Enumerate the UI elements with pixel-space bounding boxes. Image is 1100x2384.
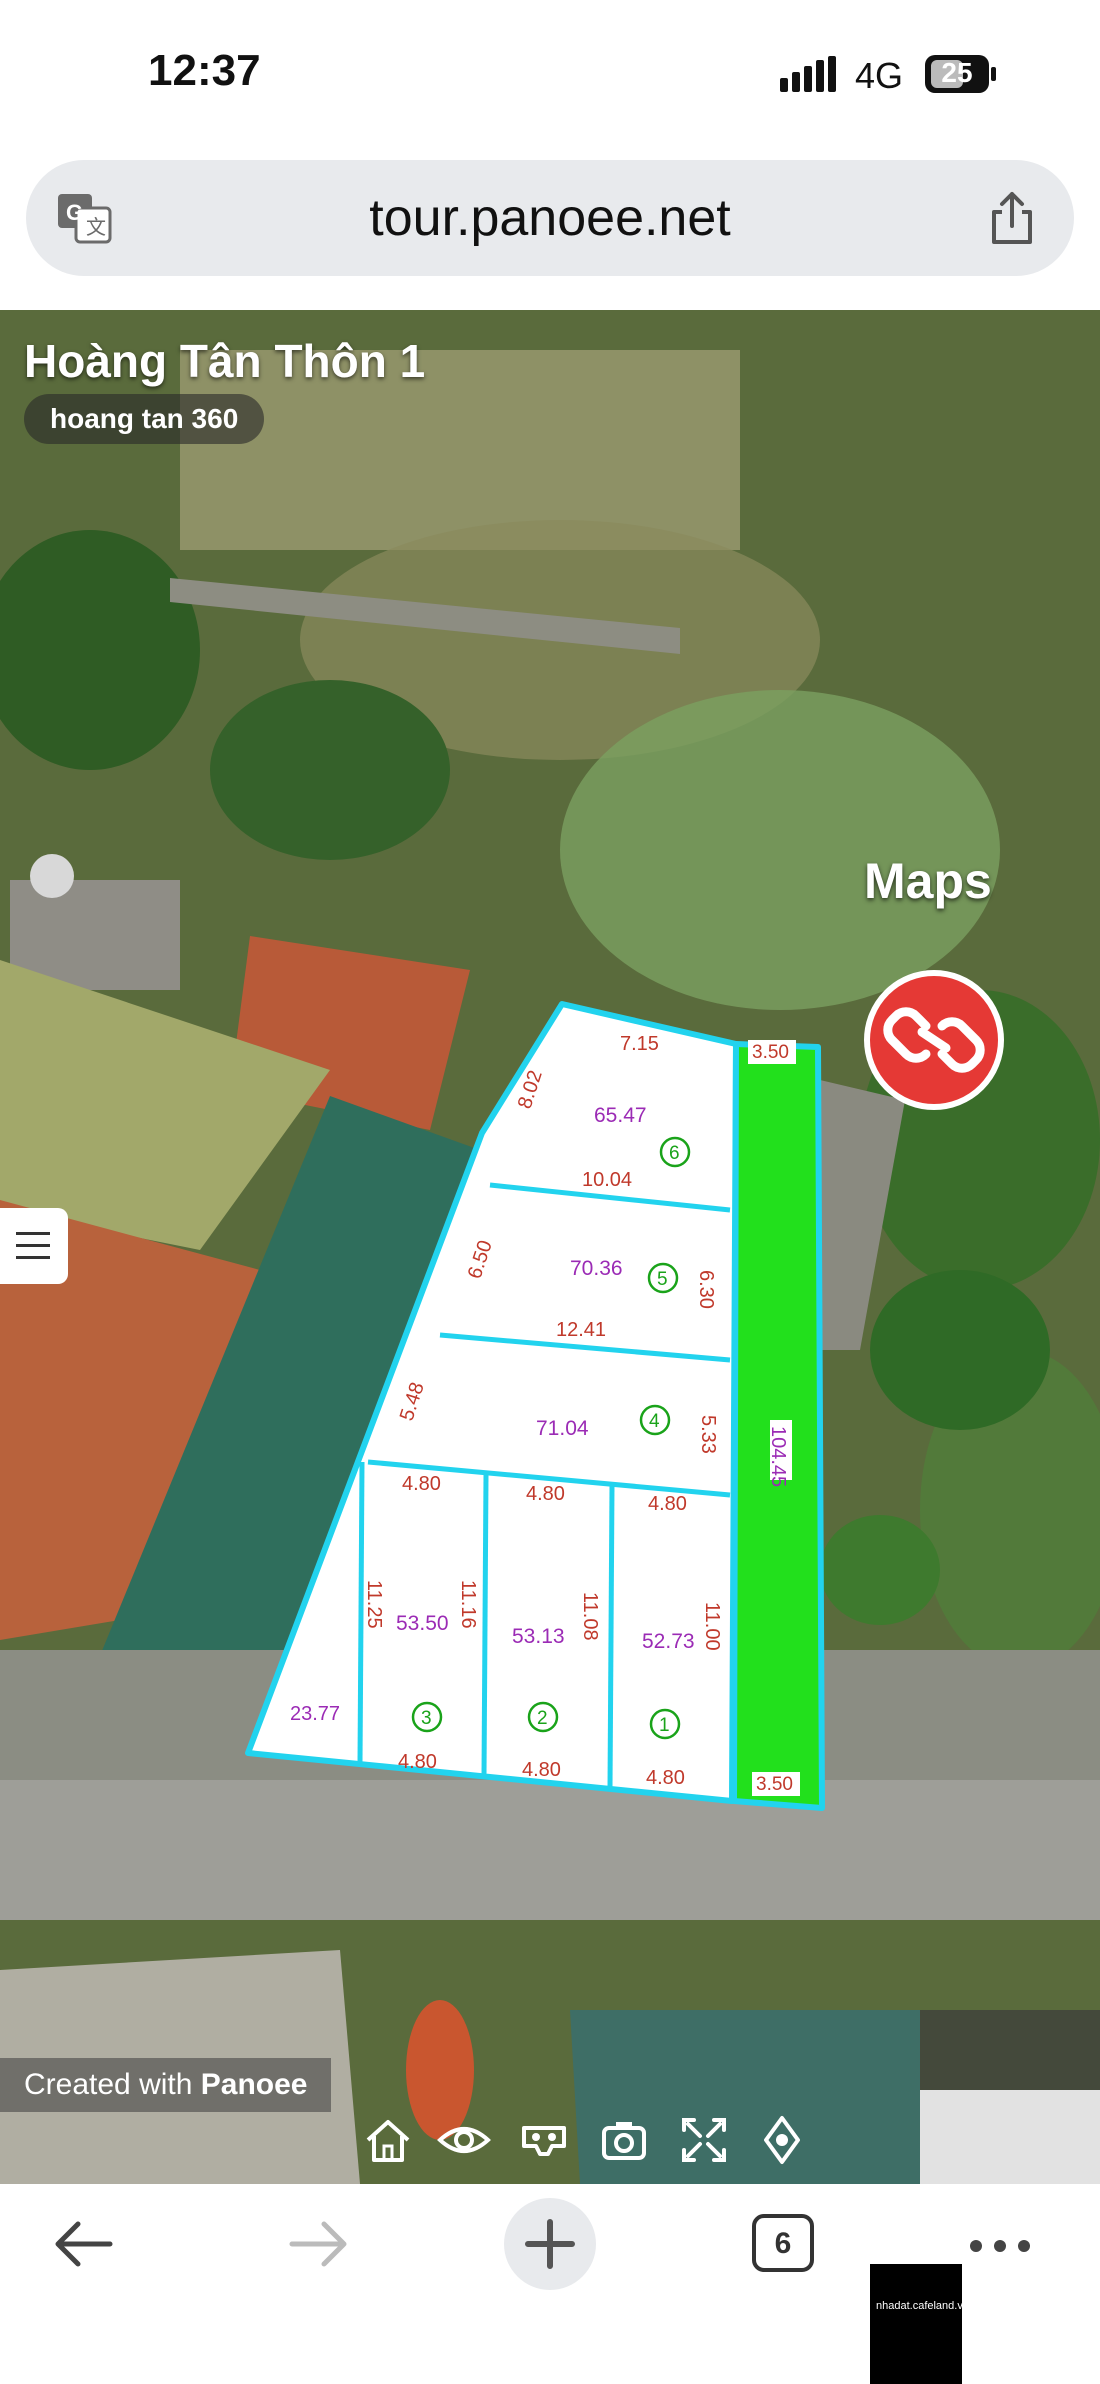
road-length: 104.45 xyxy=(767,1426,789,1487)
lot-5-area: 70.36 xyxy=(570,1257,623,1280)
battery-level: 25 xyxy=(941,57,973,88)
browser-bottom-bar: 6 nhadat.cafeland.vn xyxy=(0,2184,1100,2384)
lot-4-number: 4 xyxy=(649,1411,660,1432)
network-type: 4G xyxy=(855,55,904,96)
tabs-button[interactable]: 6 xyxy=(752,2214,814,2272)
eye-icon[interactable] xyxy=(436,2110,492,2170)
lot-5-number: 5 xyxy=(657,1269,668,1290)
lot-3-right: 11.16 xyxy=(457,1580,479,1629)
status-bar: 12:37 4G 25 xyxy=(0,0,1100,150)
lot-2-number: 2 xyxy=(537,1708,548,1729)
lot-3-number: 3 xyxy=(421,1708,432,1729)
maps-link-button[interactable] xyxy=(864,970,1004,1110)
lot-5-left: 6.50 xyxy=(464,1238,497,1282)
lot-2-top: 4.80 xyxy=(526,1483,565,1505)
url-bar[interactable]: G 文 tour.panoee.net xyxy=(26,160,1074,276)
road-width-top: 3.50 xyxy=(752,1042,789,1063)
lot-3-bottom: 4.80 xyxy=(398,1751,437,1773)
lot-5-right: 6.30 xyxy=(695,1270,717,1309)
home-icon[interactable] xyxy=(360,2110,416,2170)
fullscreen-icon[interactable] xyxy=(676,2110,732,2170)
status-time: 12:37 xyxy=(148,46,261,95)
lot-1-bottom: 4.80 xyxy=(646,1767,685,1789)
road-width-bottom: 3.50 xyxy=(756,1774,793,1795)
lot-6-number: 6 xyxy=(669,1143,680,1164)
viewer-toolbar xyxy=(350,2110,810,2174)
lot-6-left: 8.02 xyxy=(514,1068,547,1112)
scene-name-badge[interactable]: hoang tan 360 xyxy=(24,394,265,444)
lot-6-top: 7.15 xyxy=(620,1033,659,1055)
lot-3-left-side: 11.25 xyxy=(363,1580,385,1629)
side-menu-button[interactable] xyxy=(0,1208,68,1284)
new-tab-button[interactable] xyxy=(504,2198,596,2290)
forward-arrow-icon[interactable] xyxy=(282,2214,354,2274)
lot-6-area: 65.47 xyxy=(594,1104,647,1127)
camera-icon[interactable] xyxy=(596,2110,652,2170)
maps-hotspot-label: Maps xyxy=(864,853,992,909)
lot-4-right: 5.33 xyxy=(697,1415,719,1454)
url-text[interactable]: tour.panoee.net xyxy=(26,188,1074,248)
lot-1-right: 11.00 xyxy=(701,1602,723,1651)
menu-icon xyxy=(16,1232,50,1259)
lot-4-left: 5.48 xyxy=(396,1380,429,1424)
lot-2-right: 11.08 xyxy=(579,1592,601,1641)
lot-3-top: 4.80 xyxy=(402,1473,441,1495)
link-icon xyxy=(883,1007,985,1073)
plus-icon xyxy=(525,2219,575,2269)
lot-1-number: 1 xyxy=(659,1715,670,1736)
triangle-edge: 23.77 xyxy=(290,1703,340,1725)
more-icon[interactable] xyxy=(968,2236,1032,2256)
signal-icon xyxy=(780,56,836,92)
lot-1-area: 52.73 xyxy=(642,1630,695,1653)
gyro-icon[interactable] xyxy=(754,2110,810,2170)
back-arrow-icon[interactable] xyxy=(48,2214,120,2274)
lot-labels: 7.15 8.02 65.47 6 10.04 6.50 70.36 5 6.3… xyxy=(290,1033,793,1795)
vr-icon[interactable] xyxy=(516,2110,572,2170)
panorama-viewer[interactable]: 7.15 8.02 65.47 6 10.04 6.50 70.36 5 6.3… xyxy=(0,310,1100,2184)
lot-2-bottom: 4.80 xyxy=(522,1759,561,1781)
created-prefix: Created with xyxy=(24,2068,201,2101)
created-brand: Panoee xyxy=(200,2068,308,2101)
lot-4-area: 71.04 xyxy=(536,1417,589,1440)
lot-3-area: 53.50 xyxy=(396,1612,449,1635)
tab-count: 6 xyxy=(774,2227,792,2260)
share-icon[interactable] xyxy=(986,190,1038,246)
lot-2-area: 53.13 xyxy=(512,1625,565,1648)
lot-6-bottom: 10.04 xyxy=(582,1169,632,1191)
created-with-credit[interactable]: Created with Panoee xyxy=(0,2058,332,2112)
watermark-logo: nhadat.cafeland.vn xyxy=(870,2264,969,2384)
lot-5-bottom: 12.41 xyxy=(556,1319,606,1341)
lot-1-top: 4.80 xyxy=(648,1493,687,1515)
battery-icon: 25 xyxy=(925,55,997,93)
tour-title: Hoàng Tân Thôn 1 xyxy=(24,335,426,387)
